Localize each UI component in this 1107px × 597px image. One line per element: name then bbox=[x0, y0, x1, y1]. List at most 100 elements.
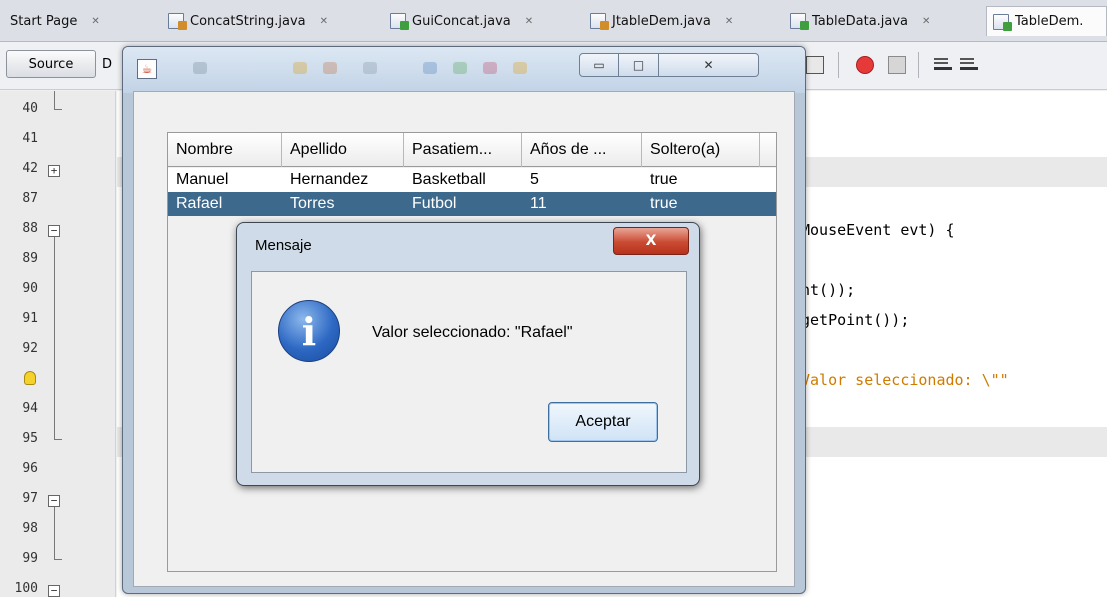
tab-tabledata[interactable]: TableData.java ✕ bbox=[790, 8, 930, 34]
close-icon[interactable]: ✕ bbox=[922, 16, 930, 27]
tab-label: TableData.java bbox=[812, 13, 909, 29]
column-header[interactable]: Años de ... bbox=[522, 133, 642, 167]
lightbulb-hint-icon[interactable] bbox=[24, 371, 36, 385]
java-file-icon bbox=[590, 13, 609, 30]
code-line-string: Valor seleccionado: \"" bbox=[801, 371, 1009, 389]
fold-expand-icon[interactable]: + bbox=[48, 165, 60, 177]
java-file-icon bbox=[390, 13, 409, 30]
dialog-message: Valor seleccionado: "Rafael" bbox=[372, 324, 573, 341]
blurred-icon bbox=[513, 62, 527, 74]
message-dialog: Mensaje X i Valor seleccionado: "Rafael"… bbox=[236, 222, 700, 486]
close-icon[interactable]: ✕ bbox=[91, 16, 99, 27]
table-cell: Rafael bbox=[176, 195, 223, 212]
line-number: 92 bbox=[22, 341, 38, 356]
tab-label: GuiConcat.java bbox=[412, 13, 511, 29]
line-number: 42 bbox=[22, 161, 38, 176]
java-file-icon bbox=[168, 13, 187, 30]
column-header[interactable]: Nombre bbox=[168, 133, 282, 167]
diff-icon[interactable] bbox=[806, 56, 824, 74]
editor-tab-bar: Start Page ✕ ConcatString.java ✕ GuiConc… bbox=[0, 0, 1107, 42]
line-number: 88 bbox=[22, 221, 38, 236]
uncomment-icon[interactable] bbox=[960, 56, 978, 70]
tab-tabledem-active[interactable]: TableDem. bbox=[986, 6, 1107, 36]
table-row-selected[interactable]: Rafael Torres Futbol 11 true bbox=[168, 192, 776, 216]
tab-label: JtableDem.java bbox=[612, 13, 711, 29]
tab-concatstring[interactable]: ConcatString.java ✕ bbox=[168, 8, 328, 34]
table-header: Nombre Apellido Pasatiem... Años de ... … bbox=[168, 133, 776, 167]
table-row[interactable]: Manuel Hernandez Basketball 5 true bbox=[168, 168, 776, 192]
fold-guide bbox=[54, 91, 55, 109]
fold-collapse-icon[interactable]: − bbox=[48, 225, 60, 237]
line-number-gutter: 40 41 42 87 88 89 90 91 92 94 95 96 97 9… bbox=[0, 91, 116, 597]
fold-guide bbox=[54, 237, 55, 439]
close-icon[interactable]: ✕ bbox=[525, 16, 533, 27]
dialog-body: i Valor seleccionado: "Rafael" Aceptar bbox=[251, 271, 687, 473]
line-number: 91 bbox=[22, 311, 38, 326]
blurred-icon bbox=[453, 62, 467, 74]
column-header[interactable]: Apellido bbox=[282, 133, 404, 167]
blurred-icon bbox=[323, 62, 337, 74]
tab-label: ConcatString.java bbox=[190, 13, 306, 29]
fold-guide bbox=[54, 439, 62, 440]
toolbar-separator bbox=[838, 52, 839, 78]
window-titlebar[interactable]: ☕ ▭ □ ✕ bbox=[123, 47, 805, 93]
minimize-button[interactable]: ▭ bbox=[579, 53, 619, 77]
fold-collapse-icon[interactable]: − bbox=[48, 585, 60, 597]
toolbar-separator bbox=[918, 52, 919, 78]
java-file-icon bbox=[993, 13, 1012, 31]
close-icon[interactable]: ✕ bbox=[725, 16, 733, 27]
table-cell: Torres bbox=[290, 195, 335, 212]
tab-start-page[interactable]: Start Page ✕ bbox=[10, 8, 100, 34]
blurred-icon bbox=[483, 62, 497, 74]
line-number: 41 bbox=[22, 131, 38, 146]
comment-icon[interactable] bbox=[934, 56, 952, 70]
stop-macro-icon[interactable] bbox=[888, 56, 906, 74]
column-header[interactable]: Soltero(a) bbox=[642, 133, 760, 167]
line-number: 97 bbox=[22, 491, 38, 506]
line-number: 100 bbox=[14, 581, 38, 596]
table-cell: 11 bbox=[530, 195, 547, 212]
java-file-icon bbox=[790, 13, 809, 30]
line-number: 40 bbox=[22, 101, 38, 116]
fold-guide bbox=[54, 109, 62, 110]
close-button[interactable]: ✕ bbox=[659, 53, 759, 77]
blurred-icon bbox=[423, 62, 437, 74]
maximize-button[interactable]: □ bbox=[619, 53, 659, 77]
dialog-close-button[interactable]: X bbox=[613, 227, 689, 255]
line-number: 90 bbox=[22, 281, 38, 296]
tab-jtabledem[interactable]: JtableDem.java ✕ bbox=[590, 8, 733, 34]
blurred-icon bbox=[363, 62, 377, 74]
table-cell: 5 bbox=[530, 171, 539, 188]
fold-guide bbox=[54, 507, 55, 559]
fold-collapse-icon[interactable]: − bbox=[48, 495, 60, 507]
source-button[interactable]: Source bbox=[6, 50, 96, 78]
column-header[interactable]: Pasatiem... bbox=[404, 133, 522, 167]
table-cell: true bbox=[650, 171, 678, 188]
code-line: MouseEvent evt) { bbox=[801, 221, 955, 239]
fold-guide bbox=[54, 559, 62, 560]
accept-button[interactable]: Aceptar bbox=[548, 402, 658, 442]
line-number: 89 bbox=[22, 251, 38, 266]
line-number: 98 bbox=[22, 521, 38, 536]
blurred-icon bbox=[293, 62, 307, 74]
blurred-icon bbox=[193, 62, 207, 74]
information-icon: i bbox=[278, 300, 340, 362]
table-cell: Hernandez bbox=[290, 171, 369, 188]
window-controls: ▭ □ ✕ bbox=[579, 53, 761, 79]
table-cell: true bbox=[650, 195, 678, 212]
table-cell: Basketball bbox=[412, 171, 486, 188]
table-cell: Manuel bbox=[176, 171, 229, 188]
java-icon: ☕ bbox=[137, 59, 157, 79]
tab-guiconcat[interactable]: GuiConcat.java ✕ bbox=[390, 8, 533, 34]
line-number: 96 bbox=[22, 461, 38, 476]
line-number: 99 bbox=[22, 551, 38, 566]
dialog-title: Mensaje bbox=[255, 237, 312, 254]
code-line: getPoint()); bbox=[801, 311, 910, 329]
tab-label: Start Page bbox=[10, 13, 78, 29]
close-icon[interactable]: ✕ bbox=[320, 16, 328, 27]
record-macro-icon[interactable] bbox=[856, 56, 874, 74]
line-number: 95 bbox=[22, 431, 38, 446]
tab-label: TableDem. bbox=[1015, 14, 1084, 29]
line-number: 94 bbox=[22, 401, 38, 416]
line-number: 87 bbox=[22, 191, 38, 206]
